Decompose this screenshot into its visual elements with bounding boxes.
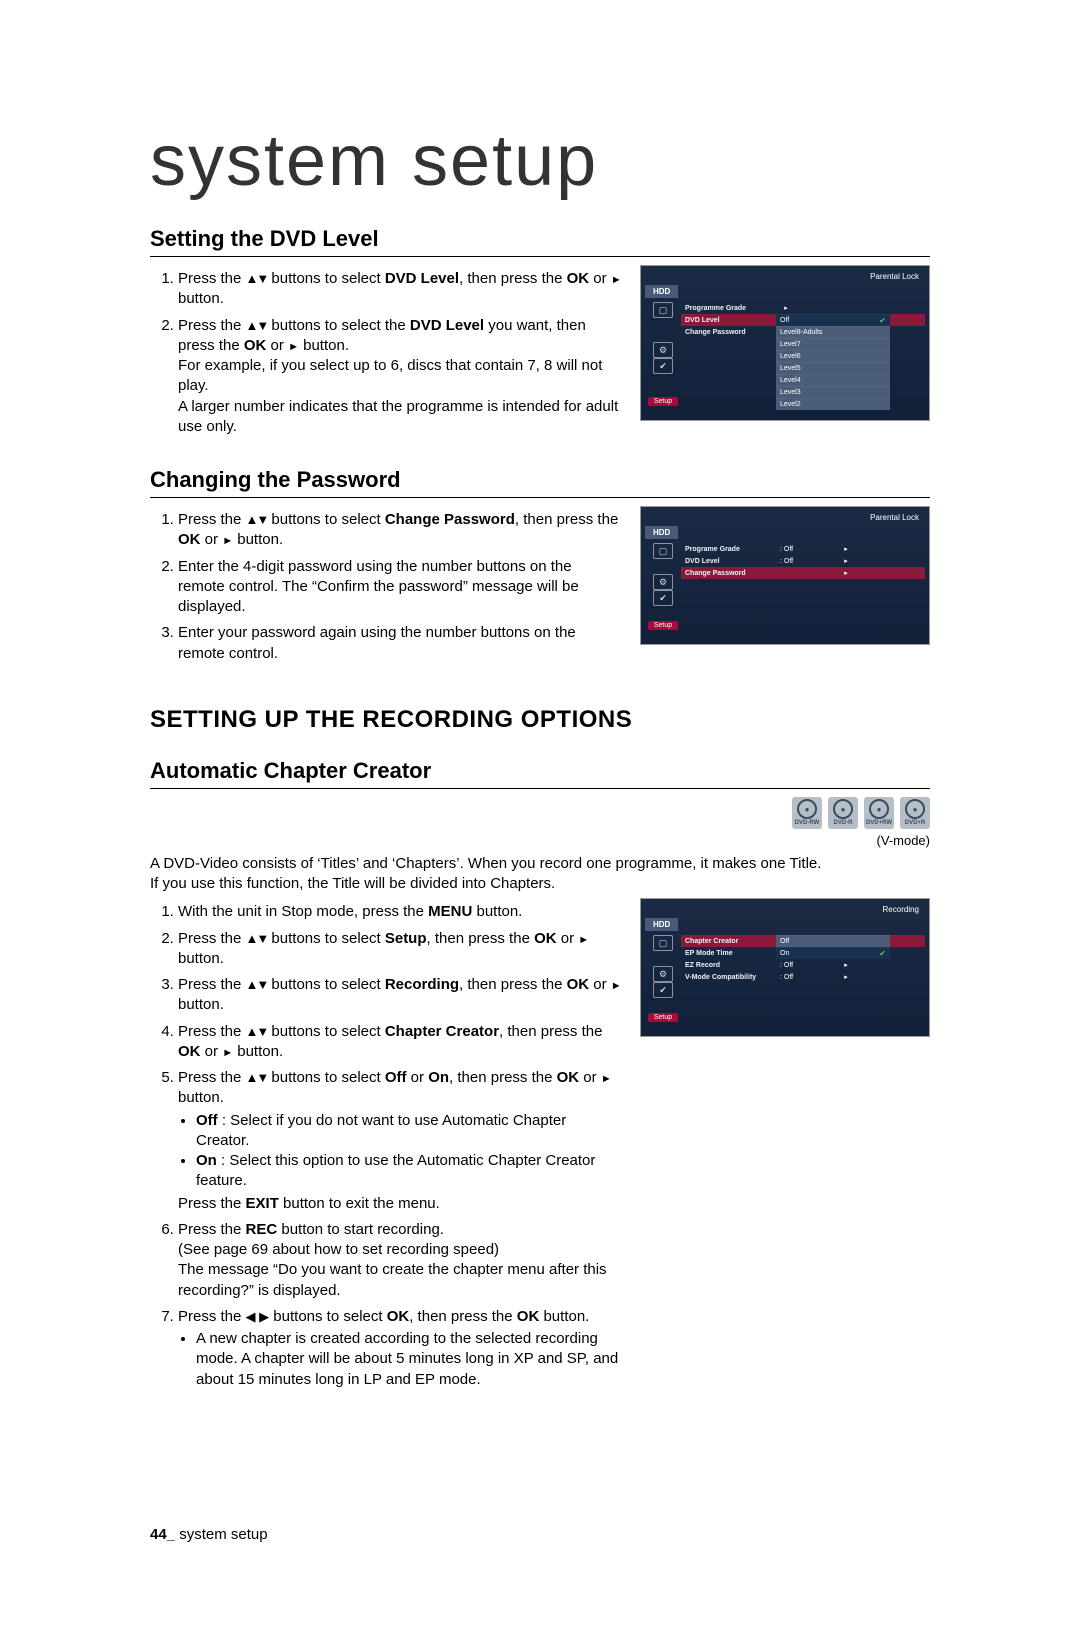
pw-step-2: Enter the 4-digit password using the num… bbox=[178, 557, 622, 618]
play-icon bbox=[222, 1043, 233, 1060]
setup-chip: Setup bbox=[648, 1013, 678, 1022]
check-icon: ✔ bbox=[879, 316, 890, 325]
screenshot-parental-lock-levels: Parental Lock HDD ▢ ⚙ ✔ Setup Programme … bbox=[640, 265, 930, 421]
up-down-icon bbox=[246, 976, 268, 993]
page-title: system setup bbox=[150, 120, 930, 202]
up-down-icon bbox=[246, 1069, 268, 1086]
gear-icon: ⚙ bbox=[653, 574, 673, 590]
dvd-level-text: Press the buttons to select DVD Level, t… bbox=[150, 265, 622, 443]
dvd-step-2: Press the buttons to select the DVD Leve… bbox=[178, 316, 622, 438]
chevron-right-icon: ▸ bbox=[840, 545, 852, 553]
chevron-right-icon: ▸ bbox=[840, 569, 852, 577]
gear-icon: ⚙ bbox=[653, 966, 673, 982]
ch-step-5: Press the buttons to select Off or On, t… bbox=[178, 1068, 622, 1214]
gear-icon: ⚙ bbox=[653, 342, 673, 358]
shot-sidebar: ▢ ⚙ ✔ Setup bbox=[645, 539, 681, 634]
chapter-intro: A DVD-Video consists of ‘Titles’ and ‘Ch… bbox=[150, 854, 930, 895]
disc-badge: ●DVD+R bbox=[900, 797, 930, 829]
left-right-icon bbox=[246, 1308, 270, 1325]
page-footer: 44_ system setup bbox=[150, 1526, 930, 1543]
ch-step-1: With the unit in Stop mode, press the ME… bbox=[178, 902, 622, 922]
heading-recording-options: SETTING UP THE RECORDING OPTIONS bbox=[150, 706, 930, 734]
setup-chip: Setup bbox=[648, 621, 678, 630]
check-icon: ✔ bbox=[653, 358, 673, 374]
shot-title: Parental Lock bbox=[645, 270, 925, 283]
play-icon bbox=[611, 270, 622, 287]
library-icon: ▢ bbox=[653, 302, 673, 318]
password-text: Press the buttons to select Change Passw… bbox=[150, 506, 622, 670]
ch-step-4: Press the buttons to select Chapter Crea… bbox=[178, 1022, 622, 1063]
ch-step-7: Press the buttons to select OK, then pre… bbox=[178, 1307, 622, 1390]
library-icon: ▢ bbox=[653, 543, 673, 559]
disc-badge: ●DVD-R bbox=[828, 797, 858, 829]
hdd-chip: HDD bbox=[645, 918, 678, 931]
shot-title: Recording bbox=[645, 903, 925, 916]
play-icon bbox=[288, 337, 299, 354]
vmode-label: (V-mode) bbox=[150, 833, 930, 848]
chapter-steps: With the unit in Stop mode, press the ME… bbox=[150, 898, 622, 1396]
ch-step-2: Press the buttons to select Setup, then … bbox=[178, 929, 622, 970]
shot-title: Parental Lock bbox=[645, 511, 925, 524]
check-icon: ✔ bbox=[879, 949, 890, 958]
chevron-right-icon: ▸ bbox=[780, 304, 792, 312]
check-icon: ✔ bbox=[653, 982, 673, 998]
pw-step-3: Enter your password again using the numb… bbox=[178, 623, 622, 664]
chevron-right-icon: ▸ bbox=[840, 973, 852, 981]
up-down-icon bbox=[246, 270, 268, 287]
setup-chip: Setup bbox=[648, 397, 678, 406]
disc-badge-row: ●DVD-RW ●DVD-R ●DVD+RW ●DVD+R bbox=[150, 797, 930, 829]
chevron-right-icon: ▸ bbox=[840, 961, 852, 969]
play-icon bbox=[578, 930, 589, 947]
menu-list: Chapter Creator EP Mode Time Off On✔ EZ … bbox=[681, 931, 925, 1026]
menu-list: Programe Grade: Off▸ DVD Level: Off▸ Cha… bbox=[681, 539, 925, 634]
screenshot-recording: Recording HDD ▢ ⚙ ✔ Setup Chapter Creato… bbox=[640, 898, 930, 1037]
chevron-right-icon: ▸ bbox=[840, 557, 852, 565]
disc-badge: ●DVD+RW bbox=[864, 797, 894, 829]
check-icon: ✔ bbox=[653, 590, 673, 606]
up-down-icon bbox=[246, 317, 268, 334]
screenshot-parental-lock-change-password: Parental Lock HDD ▢ ⚙ ✔ Setup Programe G… bbox=[640, 506, 930, 645]
page: system setup Setting the DVD Level Press… bbox=[0, 0, 1080, 1633]
up-down-icon bbox=[246, 930, 268, 947]
shot-sidebar: ▢ ⚙ ✔ Setup bbox=[645, 931, 681, 1026]
heading-auto-chapter: Automatic Chapter Creator bbox=[150, 758, 930, 789]
play-icon bbox=[222, 531, 233, 548]
heading-change-password: Changing the Password bbox=[150, 467, 930, 498]
pw-step-1: Press the buttons to select Change Passw… bbox=[178, 510, 622, 551]
play-icon bbox=[611, 976, 622, 993]
hdd-chip: HDD bbox=[645, 526, 678, 539]
ch-step-3: Press the buttons to select Recording, t… bbox=[178, 975, 622, 1016]
dvd-step-1: Press the buttons to select DVD Level, t… bbox=[178, 269, 622, 310]
menu-list: Programme Grade▸ DVD Level Change Passwo… bbox=[681, 298, 925, 410]
ch-step-6: Press the REC button to start recording.… bbox=[178, 1220, 622, 1301]
shot-sidebar: ▢ ⚙ ✔ Setup bbox=[645, 298, 681, 410]
up-down-icon bbox=[246, 1023, 268, 1040]
heading-dvd-level: Setting the DVD Level bbox=[150, 226, 930, 257]
disc-badge: ●DVD-RW bbox=[792, 797, 822, 829]
hdd-chip: HDD bbox=[645, 285, 678, 298]
library-icon: ▢ bbox=[653, 935, 673, 951]
play-icon bbox=[601, 1069, 612, 1086]
up-down-icon bbox=[246, 511, 268, 528]
